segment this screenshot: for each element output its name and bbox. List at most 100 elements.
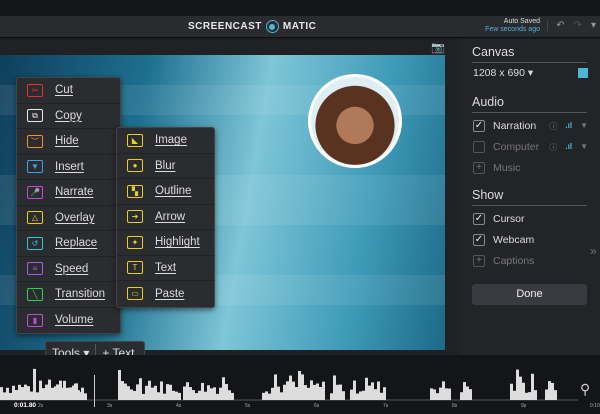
- narration-row[interactable]: ✓ Narration ⓘ .ıl ▼: [473, 120, 588, 132]
- menu-item-insert[interactable]: ▼ Insert: [17, 155, 120, 180]
- cursor-row[interactable]: ✓ Cursor: [473, 213, 588, 225]
- computer-row[interactable]: Computer ⓘ .ıl ▼: [473, 141, 588, 153]
- wave-bar: [51, 387, 54, 400]
- transition-icon: ╲: [27, 287, 43, 301]
- timeline-tick: 7s: [383, 403, 389, 409]
- menu-item-speed[interactable]: ≡ Speed: [17, 257, 120, 282]
- menu-item-label: Text: [155, 261, 177, 274]
- wave-bar: [172, 390, 175, 400]
- wave-bar: [18, 384, 21, 400]
- wave-bar: [56, 384, 59, 400]
- captions-label: Captions: [493, 255, 535, 267]
- wave-bar: [330, 393, 333, 400]
- done-button[interactable]: Done: [472, 284, 587, 305]
- wave-bar: [262, 392, 265, 400]
- menu-item-transition[interactable]: ╲ Transition: [17, 282, 120, 308]
- wave-bar: [383, 387, 386, 400]
- wave-bar: [210, 388, 213, 400]
- wave-bar: [71, 390, 74, 400]
- cursor-checkbox[interactable]: ✓: [473, 213, 485, 225]
- menu-item-label: Replace: [55, 237, 98, 250]
- wave-bar: [36, 392, 39, 400]
- wave-bar: [551, 382, 554, 400]
- wave-bar: [133, 390, 136, 400]
- wave-bar: [545, 389, 548, 400]
- plus-icon[interactable]: +: [473, 162, 485, 174]
- level-icon: .ıl: [565, 120, 573, 130]
- captions-row[interactable]: + Captions: [473, 255, 588, 267]
- menu-item-volume[interactable]: ▮ Volume: [17, 308, 120, 334]
- wave-bar: [534, 390, 537, 400]
- menu-item-overlay[interactable]: △ Overlay: [17, 206, 120, 231]
- wave-bar: [350, 389, 353, 400]
- wave-bar: [310, 380, 313, 400]
- menu-item-text[interactable]: T Text: [117, 256, 214, 281]
- paste-icon: ▭: [127, 287, 143, 301]
- timeline-tick: 8s: [452, 403, 458, 409]
- wave-bar: [519, 376, 522, 400]
- menu-item-blur[interactable]: ● Blur: [117, 154, 214, 179]
- timeline-tick: 4s: [176, 403, 182, 409]
- zoom-search-icon[interactable]: ⚲: [580, 381, 590, 398]
- wave-bar: [12, 385, 15, 400]
- menu-item-cut[interactable]: ✂ Cut: [17, 78, 120, 104]
- narration-label: Narration: [493, 120, 537, 132]
- menu-item-narrate[interactable]: 🎤 Narrate: [17, 180, 120, 206]
- menu-item-label: Arrow: [155, 210, 186, 223]
- wave-bar: [231, 392, 234, 400]
- wave-bar: [436, 393, 439, 400]
- hide-icon: ︶: [27, 134, 43, 148]
- wave-bar: [68, 387, 71, 400]
- webcam-checkbox[interactable]: ✓: [473, 234, 485, 246]
- menu-item-outline[interactable]: ▚ Outline: [117, 179, 214, 205]
- wave-bar: [466, 386, 469, 400]
- wave-bar: [6, 387, 9, 400]
- webcam-row[interactable]: ✓ Webcam: [473, 234, 588, 246]
- undo-icon[interactable]: ↶: [556, 20, 564, 31]
- wave-bar: [322, 381, 325, 400]
- menu-item-replace[interactable]: ↺ Replace: [17, 231, 120, 257]
- dropdown-icon[interactable]: ▼: [580, 142, 588, 153]
- wave-bar: [430, 388, 433, 400]
- playhead[interactable]: [94, 375, 95, 407]
- menu-item-highlight[interactable]: ✦ Highlight: [117, 230, 214, 256]
- computer-checkbox[interactable]: [473, 141, 485, 153]
- wave-bar: [33, 368, 36, 400]
- camera-icon[interactable]: 📷: [431, 41, 445, 54]
- wave-bar: [81, 387, 84, 400]
- music-row[interactable]: + Music: [473, 162, 588, 174]
- plus-icon[interactable]: +: [473, 255, 485, 267]
- wave-bar: [513, 390, 516, 400]
- tools-menu: ✂ Cut ⧉ Copy ︶ Hide ▼ Insert 🎤 Narrate △ Overlay ↺ Re…: [16, 77, 121, 334]
- wave-bar: [286, 381, 289, 400]
- canvas-color-swatch[interactable]: [578, 68, 588, 78]
- timeline[interactable]: 0:01.80 2s 3s 4s 5s 6s 7s 8s 9s 0:10 ⚲: [0, 355, 600, 414]
- wave-bar: [189, 387, 192, 400]
- computer-label: Computer: [493, 141, 540, 153]
- webcam-overlay[interactable]: [308, 74, 402, 168]
- menu-item-paste[interactable]: ▭ Paste: [117, 281, 214, 307]
- menu-item-image[interactable]: ◣ Image: [117, 128, 214, 154]
- canvas-size-dropdown[interactable]: 1208 x 690 ▾: [473, 67, 533, 79]
- dropdown-icon[interactable]: ▾: [591, 20, 596, 31]
- blur-icon: ●: [127, 159, 143, 173]
- info-icon[interactable]: ⓘ: [549, 142, 557, 153]
- wave-bar: [313, 384, 316, 400]
- info-icon[interactable]: ⓘ: [549, 121, 557, 132]
- wave-bar: [460, 392, 463, 400]
- wave-bar: [333, 375, 336, 400]
- wave-bar: [307, 387, 310, 400]
- narration-checkbox[interactable]: ✓: [473, 120, 485, 132]
- menu-item-copy[interactable]: ⧉ Copy: [17, 104, 120, 129]
- menu-item-arrow[interactable]: ➜ Arrow: [117, 205, 214, 230]
- cursor-label: Cursor: [493, 213, 525, 225]
- wave-bar: [30, 391, 33, 400]
- dropdown-icon[interactable]: ▼: [580, 121, 588, 132]
- redo-icon[interactable]: ↷: [574, 20, 582, 31]
- expand-chevron-icon[interactable]: »: [590, 244, 597, 258]
- wave-bar: [118, 369, 121, 400]
- wave-bar: [368, 385, 371, 400]
- wave-bar: [198, 390, 201, 400]
- menu-item-hide[interactable]: ︶ Hide: [17, 129, 120, 155]
- wave-bar: [353, 380, 356, 400]
